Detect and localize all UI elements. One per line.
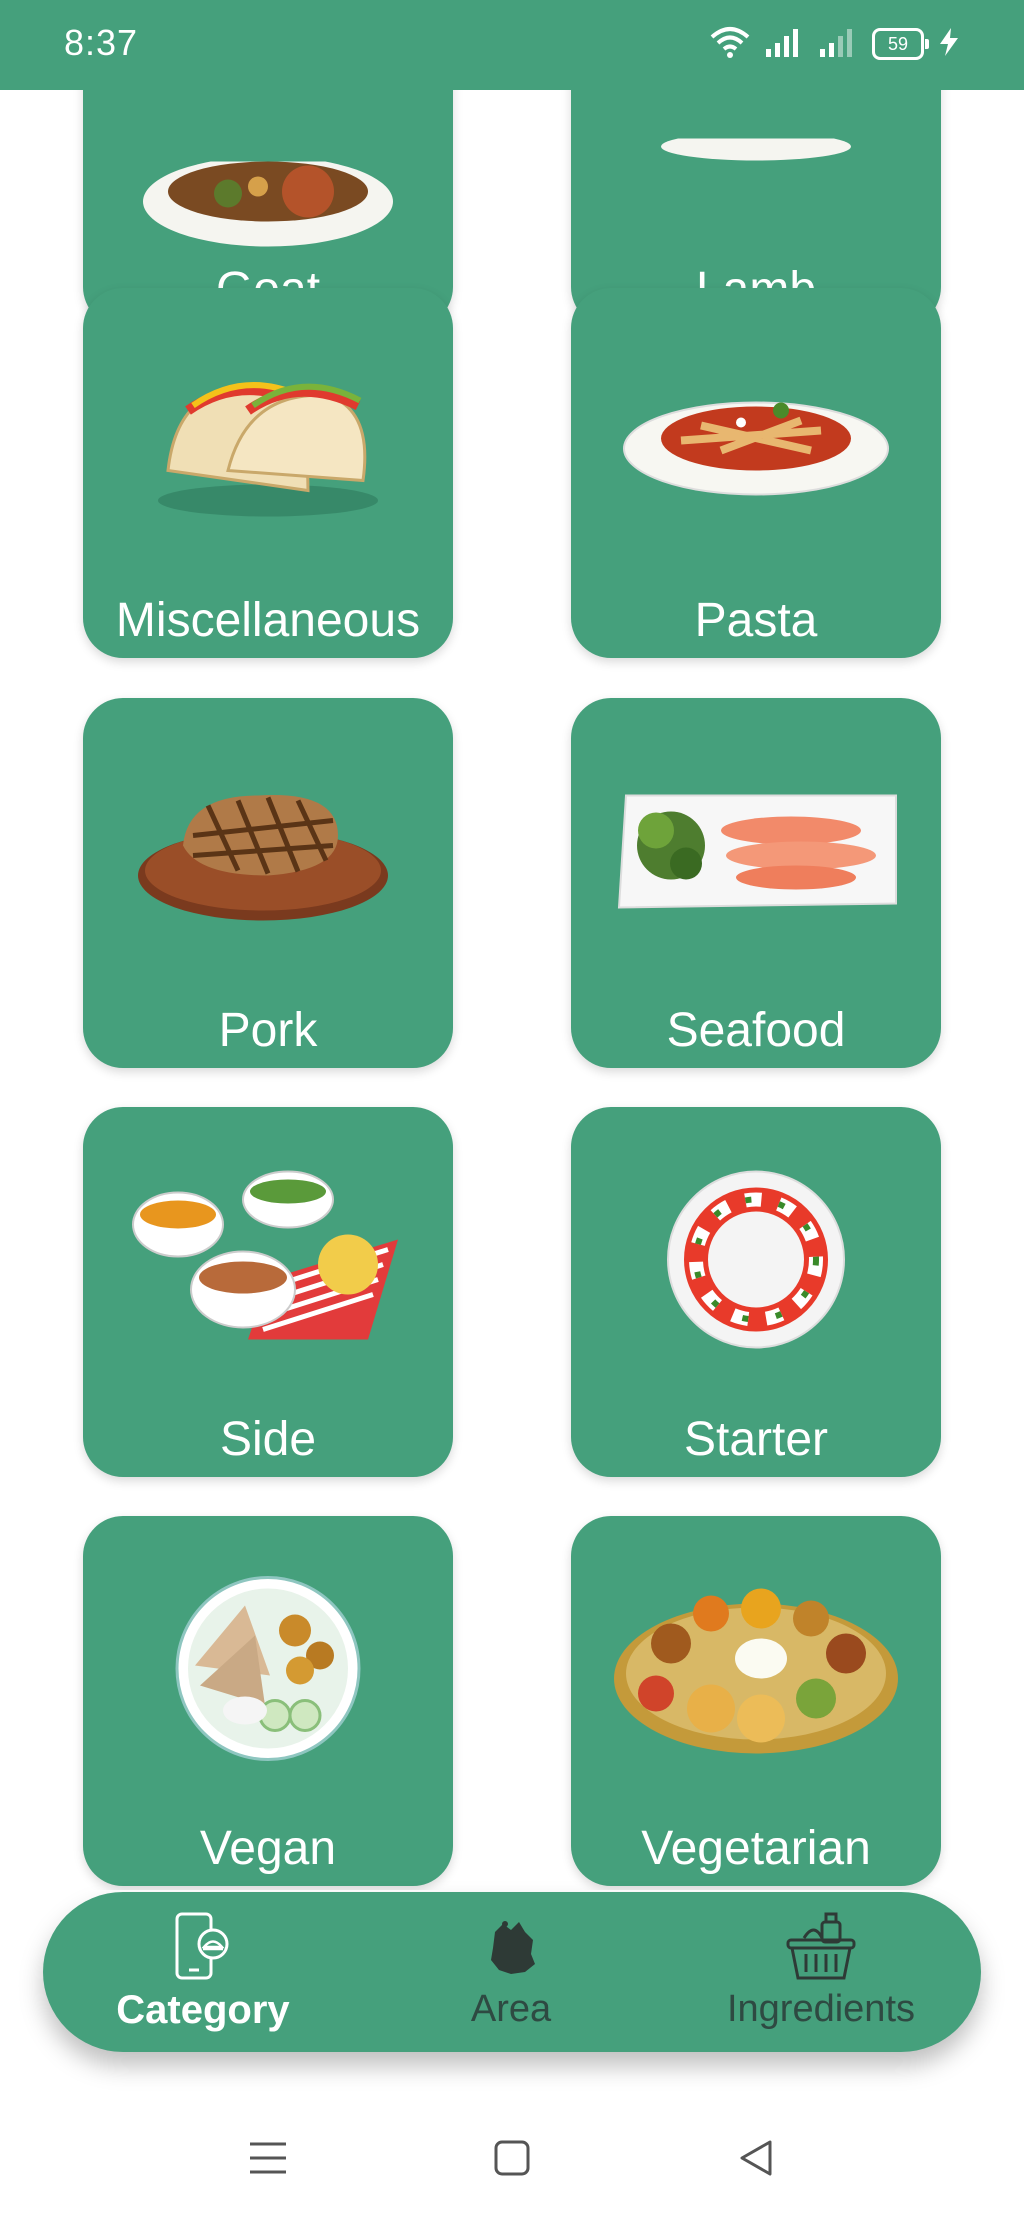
category-label: Seafood xyxy=(666,1004,846,1057)
home-icon[interactable] xyxy=(494,2140,530,2181)
nav-tab-category[interactable]: Category xyxy=(83,1892,323,2052)
nav-tab-area[interactable]: Area xyxy=(391,1892,631,2052)
category-card-starter[interactable]: Starter xyxy=(571,1107,941,1477)
nav-label-category: Category xyxy=(116,1988,290,2032)
category-label: Pork xyxy=(218,1004,318,1057)
pasta-image xyxy=(621,381,891,506)
category-card-side[interactable]: Side xyxy=(83,1107,453,1477)
back-icon[interactable] xyxy=(738,2140,774,2181)
nav-label-ingredients: Ingredients xyxy=(726,1988,915,2030)
category-card-vegetarian[interactable]: Vegetarian xyxy=(571,1516,941,1886)
side-dishes-image xyxy=(128,1170,408,1355)
system-navigation-bar xyxy=(0,2100,1024,2219)
vegan-bowl-image xyxy=(175,1576,361,1767)
category-label: Vegetarian xyxy=(641,1822,871,1875)
category-card-seafood[interactable]: Seafood xyxy=(571,698,941,1068)
category-label: Miscellaneous xyxy=(115,594,421,647)
category-card-pasta[interactable]: Pasta xyxy=(571,288,941,658)
battery-icon: 59 xyxy=(872,28,929,60)
status-icons: 59 xyxy=(710,24,960,64)
battery-level: 59 xyxy=(887,34,909,54)
category-label: Pasta xyxy=(694,594,818,647)
nav-label-area: Area xyxy=(470,1988,552,2030)
category-label: Starter xyxy=(683,1413,829,1466)
signal-icon xyxy=(764,27,804,62)
category-card-miscellaneous[interactable]: Miscellaneous xyxy=(83,288,453,658)
lamb-dish-image xyxy=(656,132,856,183)
bottom-navigation: Category Area Ingredients xyxy=(43,1892,981,2052)
nav-tab-ingredients[interactable]: Ingredients xyxy=(701,1892,941,2052)
caprese-image xyxy=(666,1170,846,1355)
map-region-icon xyxy=(481,1910,541,1987)
basket-icon xyxy=(784,1910,858,1987)
category-card-pork[interactable]: Pork xyxy=(83,698,453,1068)
category-card-vegan[interactable]: Vegan xyxy=(83,1516,453,1886)
charging-icon xyxy=(938,27,960,62)
pork-steak-image xyxy=(138,776,398,931)
category-label: Side xyxy=(219,1413,317,1466)
status-bar: 8:37 59 xyxy=(0,0,1024,90)
menu-icon[interactable] xyxy=(248,2140,288,2181)
phone-dish-icon xyxy=(173,1910,233,1987)
tacos-image xyxy=(148,361,388,526)
status-time: 8:37 xyxy=(64,22,139,63)
salmon-plate-image xyxy=(611,786,901,921)
category-grid: Goat Lamb Miscellaneous xyxy=(0,90,1024,1890)
signal-weak-icon xyxy=(818,27,858,62)
category-label: Vegan xyxy=(199,1822,337,1875)
wifi-icon xyxy=(710,25,750,64)
thali-image xyxy=(611,1579,901,1764)
goat-dish-image xyxy=(138,156,398,256)
